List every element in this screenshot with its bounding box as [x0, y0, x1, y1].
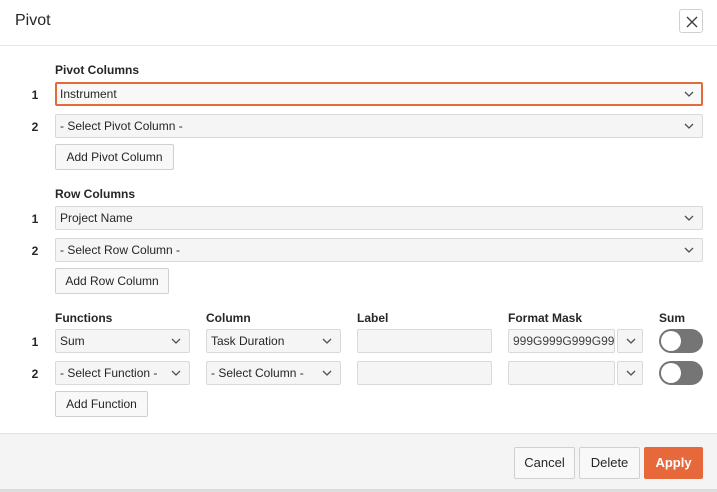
- chevron-down-icon: [626, 370, 636, 376]
- pivot-dialog: Pivot Pivot Columns 1 Instrument 2 - Sel…: [0, 0, 717, 492]
- sum-heading: Sum: [659, 311, 686, 325]
- row-column-number-2: 2: [31, 244, 39, 258]
- close-icon: [686, 16, 698, 28]
- pivot-row-number-2: 2: [31, 120, 39, 134]
- label-heading: Label: [357, 311, 389, 325]
- dialog-title: Pivot: [15, 12, 51, 29]
- add-function-button[interactable]: Add Function: [55, 391, 148, 417]
- function-select-2-value: - Select Function -: [60, 366, 158, 380]
- delete-button[interactable]: Delete: [579, 447, 640, 479]
- row-column-select-2[interactable]: - Select Row Column -: [55, 238, 703, 262]
- toggle-knob: [661, 363, 681, 383]
- row-column-select-1-value: Project Name: [60, 211, 133, 225]
- pivot-column-select-1-value: Instrument: [60, 87, 117, 101]
- add-pivot-column-button[interactable]: Add Pivot Column: [55, 144, 174, 170]
- add-row-column-button[interactable]: Add Row Column: [55, 268, 169, 294]
- pivot-column-select-2-value: - Select Pivot Column -: [60, 119, 183, 133]
- function-column-select-2[interactable]: - Select Column -: [206, 361, 341, 385]
- row-column-number-1: 1: [31, 212, 39, 226]
- chevron-down-icon: [322, 370, 332, 376]
- chevron-down-icon: [322, 338, 332, 344]
- pivot-column-select-1[interactable]: Instrument: [55, 82, 703, 106]
- row-column-select-1[interactable]: Project Name: [55, 206, 703, 230]
- format-mask-input-1[interactable]: 999G999G999G999G990: [508, 329, 615, 353]
- apply-button[interactable]: Apply: [644, 447, 703, 479]
- function-column-select-2-value: - Select Column -: [211, 366, 304, 380]
- chevron-down-icon: [171, 370, 181, 376]
- format-mask-input-2[interactable]: [508, 361, 615, 385]
- format-mask-dropdown-button-2[interactable]: [617, 361, 643, 385]
- pivot-column-select-2[interactable]: - Select Pivot Column -: [55, 114, 703, 138]
- dialog-footer: Cancel Delete Apply: [0, 433, 717, 492]
- chevron-down-icon: [684, 247, 694, 253]
- pivot-row-number-1: 1: [31, 88, 39, 102]
- chevron-down-icon: [684, 123, 694, 129]
- format-mask-dropdown-button-1[interactable]: [617, 329, 643, 353]
- function-label-input-2[interactable]: [357, 361, 492, 385]
- chevron-down-icon: [684, 91, 694, 97]
- function-select-1-value: Sum: [60, 334, 85, 348]
- functions-heading: Functions: [55, 311, 113, 325]
- chevron-down-icon: [626, 338, 636, 344]
- cancel-button[interactable]: Cancel: [514, 447, 575, 479]
- function-label-input-1[interactable]: [357, 329, 492, 353]
- format-mask-heading: Format Mask: [508, 311, 583, 325]
- row-column-select-2-value: - Select Row Column -: [60, 243, 181, 257]
- chevron-down-icon: [171, 338, 181, 344]
- chevron-down-icon: [684, 215, 694, 221]
- function-select-2[interactable]: - Select Function -: [55, 361, 190, 385]
- function-select-1[interactable]: Sum: [55, 329, 190, 353]
- row-columns-heading: Row Columns: [55, 187, 135, 201]
- sum-toggle-1[interactable]: [659, 329, 703, 353]
- sum-toggle-2[interactable]: [659, 361, 703, 385]
- function-column-select-1-value: Task Duration: [211, 334, 285, 348]
- function-row-number-1: 1: [31, 335, 39, 349]
- pivot-columns-heading: Pivot Columns: [55, 63, 140, 77]
- close-button[interactable]: [679, 9, 703, 33]
- function-column-select-1[interactable]: Task Duration: [206, 329, 341, 353]
- column-heading: Column: [206, 311, 251, 325]
- toggle-knob: [661, 331, 681, 351]
- function-row-number-2: 2: [31, 367, 39, 381]
- dialog-header: Pivot: [0, 0, 717, 46]
